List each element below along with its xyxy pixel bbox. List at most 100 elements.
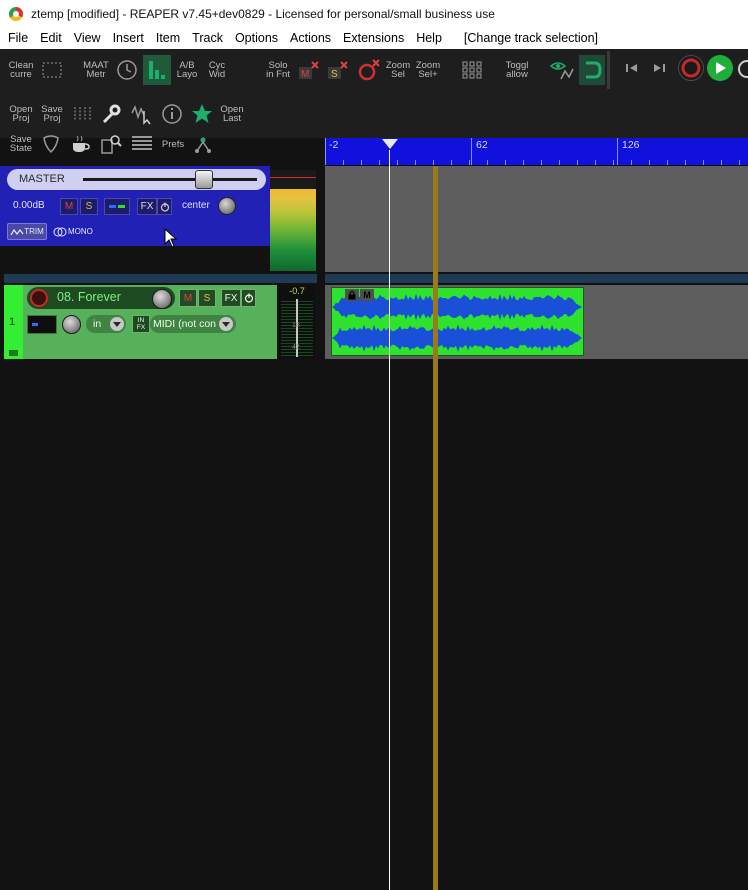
reaper-app-icon — [9, 7, 23, 21]
midi-input-label: MIDI (not con — [153, 318, 217, 330]
clean-current-button[interactable]: Clean curre — [5, 57, 37, 83]
search-document-icon — [101, 135, 122, 154]
mute-clear-icon: M — [299, 61, 319, 80]
zoom-selection-plus-button[interactable]: Zoom Sel+ — [413, 57, 443, 83]
chevron-down-icon[interactable] — [219, 317, 233, 331]
record-icon — [681, 58, 701, 78]
master-label: MASTER — [19, 173, 65, 185]
master-mono-button[interactable]: MONO — [52, 223, 98, 240]
track-fx-button[interactable]: FX — [221, 289, 241, 307]
list-view-button[interactable] — [130, 134, 154, 154]
mixer-view-button[interactable] — [70, 104, 94, 124]
info-button[interactable] — [160, 102, 184, 126]
unsolo-all-button[interactable]: S — [326, 60, 350, 82]
master-solo-button[interactable]: S — [80, 198, 98, 215]
ruler-minor-tick — [631, 160, 632, 165]
routing-button[interactable] — [191, 133, 215, 155]
master-volume-fader-handle[interactable] — [195, 170, 213, 189]
play-button[interactable] — [707, 55, 733, 81]
marquee-select-button[interactable] — [41, 60, 63, 80]
save-state-button[interactable]: Save State — [6, 134, 36, 154]
menu-edit[interactable]: Edit — [34, 28, 68, 49]
open-last-button[interactable]: Open Last — [216, 104, 248, 124]
lock-icon[interactable] — [345, 289, 359, 301]
folder-icon[interactable] — [9, 350, 18, 356]
cycle-width-button[interactable]: Cyc Wid — [202, 57, 232, 83]
menu-track[interactable]: Track — [186, 28, 229, 49]
menu-change-track-selection[interactable]: [Change track selection] — [458, 28, 604, 49]
menu-insert[interactable]: Insert — [107, 28, 150, 49]
track-record-arm-button[interactable] — [30, 289, 48, 307]
track-mute-button[interactable]: M — [179, 289, 197, 307]
menu-item[interactable]: Item — [150, 28, 186, 49]
guitar-pick-icon — [43, 135, 59, 154]
zoom-selection-button[interactable]: Zoom Sel — [383, 57, 413, 83]
waveform-cursor-icon — [131, 104, 151, 125]
track-fx-bypass-button[interactable] — [241, 289, 256, 307]
menu-actions[interactable]: Actions — [284, 28, 337, 49]
go-to-end-button[interactable] — [651, 61, 667, 75]
track-solo-button[interactable]: S — [198, 289, 216, 307]
master-trim-button[interactable]: TRIM — [7, 223, 47, 240]
coffee-break-button[interactable] — [69, 133, 93, 155]
repeat-button[interactable] — [736, 58, 748, 80]
menu-options[interactable]: Options — [229, 28, 284, 49]
master-pan-knob[interactable] — [218, 197, 236, 215]
menu-file[interactable]: File — [2, 28, 34, 49]
master-fx-button[interactable]: FX — [137, 198, 157, 215]
preferences-button[interactable]: Prefs — [159, 137, 187, 151]
track-input-fx-button[interactable]: IN FX — [132, 315, 150, 333]
mono-rings-icon — [53, 227, 67, 236]
snap-toggle-button[interactable] — [579, 55, 605, 85]
edit-cursor[interactable] — [389, 150, 390, 890]
mono-label: MONO — [68, 227, 93, 236]
unmute-all-button[interactable]: M — [297, 60, 321, 82]
find-file-button[interactable] — [99, 133, 123, 155]
toggle-allow-button[interactable]: Toggl allow — [500, 57, 534, 83]
info-icon — [162, 104, 182, 124]
save-project-button[interactable]: Save Proj — [37, 104, 67, 124]
menu-view[interactable]: View — [68, 28, 107, 49]
meter-toggle-button[interactable] — [143, 55, 171, 85]
trim-envelope-icon — [10, 228, 24, 235]
favorite-button[interactable] — [190, 102, 214, 126]
master-fx-bypass-button[interactable] — [157, 198, 172, 215]
master-volume-readout[interactable]: 0.00dB — [13, 200, 45, 211]
ruler-minor-tick — [649, 160, 650, 165]
solo-in-front-button[interactable]: Solo in Fnt — [262, 57, 294, 83]
master-volume-fader[interactable] — [83, 178, 257, 181]
unarm-all-button[interactable] — [356, 58, 382, 82]
ruler-label: -2 — [329, 139, 339, 151]
grid-view-button[interactable] — [460, 59, 484, 81]
clock-button[interactable] — [115, 58, 139, 82]
envelope-tool-button[interactable] — [129, 102, 155, 126]
master-io-button[interactable] — [104, 198, 130, 215]
pick-tool-button[interactable] — [40, 133, 62, 155]
track-volume-knob[interactable] — [152, 289, 172, 309]
menu-help[interactable]: Help — [410, 28, 448, 49]
ruler-minor-tick — [379, 160, 380, 165]
track-name[interactable]: 08. Forever — [57, 290, 121, 304]
settings-wrench-button[interactable] — [99, 102, 123, 126]
go-to-start-button[interactable] — [624, 61, 640, 75]
record-button[interactable] — [678, 55, 704, 81]
menu-extensions[interactable]: Extensions — [337, 28, 410, 49]
wrench-icon — [102, 104, 121, 124]
item-mute-button[interactable]: M — [360, 289, 374, 301]
ruler-tick — [617, 138, 618, 165]
solo-clear-icon: S — [328, 61, 348, 80]
ab-layout-button[interactable]: A/B Layo — [172, 57, 202, 83]
play-cursor — [433, 166, 438, 890]
master-meter-peak-line — [270, 177, 316, 178]
track-meter-peak-readout[interactable]: -0.7 — [279, 286, 315, 297]
track-number: 1 — [9, 316, 16, 328]
chevron-down-icon[interactable] — [110, 317, 124, 331]
open-project-button[interactable]: Open Proj — [6, 104, 36, 124]
track-pan-knob[interactable] — [62, 315, 81, 334]
master-mute-button[interactable]: M — [60, 198, 78, 215]
play-icon — [716, 62, 726, 74]
ruler-minor-tick — [721, 160, 722, 165]
maat-meter-button[interactable]: MAAT Metr — [80, 57, 112, 83]
edit-cursor-marker-icon[interactable] — [382, 139, 398, 149]
envelope-visibility-button[interactable] — [548, 58, 576, 82]
